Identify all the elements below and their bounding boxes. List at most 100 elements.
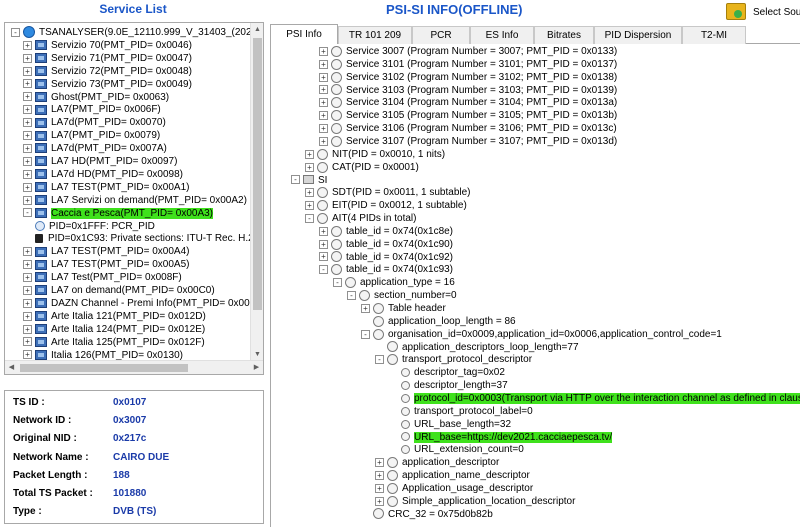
tab-bitrates[interactable]: Bitrates (534, 26, 594, 44)
scroll-thumb-horizontal[interactable] (20, 364, 188, 372)
expand-icon[interactable]: + (305, 201, 314, 211)
collapse-icon[interactable]: - (291, 175, 300, 185)
collapse-icon[interactable]: - (305, 213, 314, 223)
expand-icon[interactable]: + (305, 149, 314, 159)
psi-tree-node[interactable]: URL_extension_count=0 (389, 443, 524, 456)
expand-icon[interactable]: + (23, 79, 32, 89)
expand-icon[interactable]: + (319, 136, 328, 146)
psi-tree-node[interactable]: URL_base_length=32 (389, 418, 511, 431)
psi-tree[interactable]: + Service 3007 (Program Number = 3007; PM… (270, 44, 800, 527)
expand-icon[interactable]: + (23, 260, 32, 270)
expand-icon[interactable]: + (305, 162, 314, 172)
service-tree-row[interactable]: + Servizio 73(PMT_PID= 0x0049) (23, 78, 192, 91)
expand-icon[interactable]: + (319, 98, 328, 108)
service-tree-row[interactable]: + LA7 HD(PMT_PID= 0x0097) (23, 155, 177, 168)
service-tree-row[interactable]: + LA7d HD(PMT_PID= 0x0098) (23, 168, 183, 181)
expand-icon[interactable]: + (375, 483, 384, 493)
psi-tree-node[interactable]: + table_id = 0x74(0x1c92) (319, 251, 453, 264)
psi-tree-node[interactable]: application_loop_length = 86 (361, 315, 516, 328)
psi-tree-node[interactable]: + Table header (361, 302, 446, 315)
expand-icon[interactable]: + (23, 311, 32, 321)
service-tree-row[interactable]: + Servizio 70(PMT_PID= 0x0046) (23, 39, 192, 52)
expand-icon[interactable]: + (319, 239, 328, 249)
expand-icon[interactable]: + (23, 247, 32, 257)
psi-tree-node[interactable]: - SI (291, 174, 327, 187)
psi-tree-node[interactable]: - section_number=0 (347, 289, 457, 302)
psi-tree-node[interactable]: + EIT(PID = 0x0012, 1 subtable) (305, 199, 467, 212)
service-tree-row[interactable]: PID=0x1C93: Private sections: ITU-T Rec.… (35, 232, 254, 245)
service-tree[interactable]: - TSANALYSER(9.0E_12110.999_V_31403_(2022… (4, 22, 264, 375)
service-tree-row[interactable]: + LA7 Servizi on demand(PMT_PID= 0x00A2) (23, 194, 247, 207)
scroll-up-icon[interactable]: ▲ (251, 23, 263, 36)
expand-icon[interactable]: + (319, 111, 328, 121)
psi-tree-node[interactable]: application_descriptors_loop_length=77 (375, 341, 579, 354)
tab-pid-dispersion[interactable]: PID Dispersion (594, 26, 682, 44)
expand-icon[interactable]: + (23, 337, 32, 347)
psi-tree-node[interactable]: descriptor_length=37 (389, 379, 508, 392)
tab-pcr[interactable]: PCR (412, 26, 470, 44)
service-tree-row[interactable]: + LA7 TEST(PMT_PID= 0x00A4) (23, 245, 189, 258)
psi-tree-node[interactable]: + Service 3104 (Program Number = 3104; PM… (319, 96, 617, 109)
expand-icon[interactable]: + (319, 72, 328, 82)
tab-t2-mi[interactable]: T2-MI (682, 26, 746, 44)
service-tree-row[interactable]: + DAZN Channel - Premi Info(PMT_PID= 0x00… (23, 297, 263, 310)
expand-icon[interactable]: + (375, 458, 384, 468)
service-tree-row[interactable]: + Ghost(PMT_PID= 0x0063) (23, 91, 169, 104)
service-tree-row[interactable]: + Arte Italia 121(PMT_PID= 0x012D) (23, 310, 206, 323)
expand-icon[interactable]: + (23, 195, 32, 205)
psi-tree-node[interactable]: + Service 3007 (Program Number = 3007; PM… (319, 45, 617, 58)
expand-icon[interactable]: + (23, 118, 32, 128)
psi-tree-node[interactable]: - table_id = 0x74(0x1c93) (319, 263, 453, 276)
scroll-left-icon[interactable]: ◀ (5, 361, 18, 374)
expand-icon[interactable]: + (23, 131, 32, 141)
tab-psi-info[interactable]: PSI Info (270, 24, 338, 45)
expand-icon[interactable]: + (23, 169, 32, 179)
psi-tree-node[interactable]: + Service 3107 (Program Number = 3107; PM… (319, 135, 617, 148)
service-tree-row[interactable]: + LA7d(PMT_PID= 0x007A) (23, 142, 167, 155)
expand-icon[interactable]: + (319, 123, 328, 133)
psi-tree-node[interactable]: + CAT(PID = 0x0001) (305, 161, 419, 174)
psi-tree-node[interactable]: CRC_32 = 0x75d0b82b (361, 508, 493, 521)
expand-icon[interactable]: + (23, 350, 32, 360)
collapse-icon[interactable]: - (333, 278, 342, 288)
service-tree-vertical-scrollbar[interactable]: ▲ ▼ (250, 23, 263, 361)
expand-icon[interactable]: + (23, 298, 32, 308)
psi-tree-node[interactable]: + table_id = 0x74(0x1c8e) (319, 225, 453, 238)
expand-icon[interactable]: + (23, 272, 32, 282)
expand-icon[interactable]: + (319, 59, 328, 69)
collapse-icon[interactable]: - (361, 329, 370, 339)
expand-icon[interactable]: + (305, 188, 314, 198)
psi-tree-node[interactable]: + SDT(PID = 0x0011, 1 subtable) (305, 186, 471, 199)
psi-tree-node[interactable]: - application_type = 16 (333, 276, 455, 289)
expand-icon[interactable]: + (375, 470, 384, 480)
psi-tree-node[interactable]: + Service 3102 (Program Number = 3102; PM… (319, 71, 617, 84)
psi-tree-node[interactable]: + Service 3105 (Program Number = 3105; PM… (319, 109, 617, 122)
psi-tree-node[interactable]: + NIT(PID = 0x0010, 1 nits) (305, 148, 445, 161)
psi-tree-node[interactable]: + application_name_descriptor (375, 469, 530, 482)
psi-tree-node[interactable]: transport_protocol_label=0 (389, 405, 533, 418)
service-tree-row[interactable]: + LA7(PMT_PID= 0x0079) (23, 129, 160, 142)
psi-tree-node[interactable]: + Service 3106 (Program Number = 3106; PM… (319, 122, 617, 135)
expand-icon[interactable]: + (319, 46, 328, 56)
expand-icon[interactable]: + (23, 66, 32, 76)
expand-icon[interactable]: + (375, 496, 384, 506)
expand-icon[interactable]: + (23, 143, 32, 153)
expand-icon[interactable]: + (23, 182, 32, 192)
service-tree-row[interactable]: - Caccia e Pesca(PMT_PID= 0x00A3) (23, 207, 214, 220)
service-tree-row[interactable]: + Servizio 72(PMT_PID= 0x0048) (23, 65, 192, 78)
collapse-icon[interactable]: - (375, 355, 384, 365)
expand-icon[interactable]: + (319, 226, 328, 236)
collapse-icon[interactable]: - (11, 27, 20, 37)
tab-es-info[interactable]: ES Info (470, 26, 534, 44)
service-tree-row[interactable]: PID=0x1FFF: PCR_PID (35, 220, 155, 233)
psi-tree-node[interactable]: URL_base=https://dev2021.cacciaepesca.tv… (389, 431, 613, 444)
expand-icon[interactable]: + (23, 105, 32, 115)
expand-icon[interactable]: + (23, 40, 32, 50)
psi-tree-node[interactable]: - transport_protocol_descriptor (375, 353, 532, 366)
psi-tree-node[interactable]: + Simple_application_location_descriptor (375, 495, 575, 508)
service-tree-row[interactable]: + LA7 TEST(PMT_PID= 0x00A5) (23, 258, 189, 271)
expand-icon[interactable]: + (361, 303, 370, 313)
service-tree-row[interactable]: + Servizio 71(PMT_PID= 0x0047) (23, 52, 192, 65)
service-tree-row[interactable]: + LA7 Test(PMT_PID= 0x008F) (23, 271, 182, 284)
scroll-thumb[interactable] (253, 38, 262, 310)
